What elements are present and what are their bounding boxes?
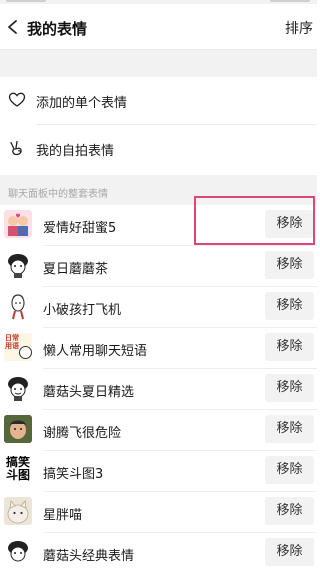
sticker-pack-row: 星胖喵 移除 xyxy=(0,492,317,532)
sticker-pack-name: 蘑菇头夏日精选 xyxy=(43,385,135,400)
sticker-pack-name: 小破孩打飞机 xyxy=(43,303,122,318)
sticker-pack-name: 星胖喵 xyxy=(43,508,83,523)
status-bar-fragment xyxy=(6,0,46,2)
nav-header: 我的表情 排序 xyxy=(0,4,317,50)
text-sticker-thumbnail-text: 搞笑 斗图 xyxy=(5,456,30,482)
sticker-pack-row: 夏日蘑蘑茶 移除 xyxy=(0,246,317,286)
remove-button[interactable]: 移除 xyxy=(265,538,314,566)
menu-item-added-stickers[interactable]: 添加的单个表情 xyxy=(0,77,317,124)
remove-button[interactable]: 移除 xyxy=(265,333,314,361)
sticker-pack-row: 小破孩打飞机 移除 xyxy=(0,287,317,327)
little-boy-thumbnail xyxy=(4,292,32,320)
cat-thumbnail xyxy=(4,497,32,525)
status-bar-fragment xyxy=(270,0,310,2)
remove-button[interactable]: 移除 xyxy=(265,292,314,320)
couple-sticker-thumbnail xyxy=(4,210,32,238)
remove-button[interactable]: 移除 xyxy=(265,251,314,279)
section-label: 聊天面板中的整套表情 xyxy=(8,189,108,200)
menu-item-label: 添加的单个表情 xyxy=(36,96,128,111)
sticker-pack-row: 蘑菇头夏日精选 移除 xyxy=(0,369,317,409)
sticker-pack-name: 搞笑斗图3 xyxy=(43,467,104,482)
highlight-annotation-box xyxy=(194,196,315,245)
lazy-phrases-thumbnail: 日常 用语 xyxy=(4,333,32,361)
sort-button[interactable]: 排序 xyxy=(285,18,313,38)
sticker-pack-name: 懒人常用聊天短语 xyxy=(43,344,148,359)
lazy-phrases-thumbnail-text: 日常 用语 xyxy=(5,334,19,350)
remove-button[interactable]: 移除 xyxy=(265,374,314,402)
text-sticker-thumbnail: 搞笑 斗图 xyxy=(4,456,32,484)
remove-button[interactable]: 移除 xyxy=(265,497,314,525)
mushroom-head-thumbnail xyxy=(4,538,32,566)
sticker-pack-name: 谢腾飞很危险 xyxy=(43,426,122,441)
page-title: 我的表情 xyxy=(27,20,88,38)
photo-face-thumbnail xyxy=(4,415,32,443)
sticker-pack-row: 蘑菇头经典表情 移除 xyxy=(0,533,317,573)
sticker-pack-row: 日常 用语 懒人常用聊天短语 移除 xyxy=(0,328,317,368)
sticker-pack-name: 爱情好甜蜜5 xyxy=(43,221,117,236)
remove-button[interactable]: 移除 xyxy=(265,456,314,484)
sticker-pack-row: 谢腾飞很危险 移除 xyxy=(0,410,317,450)
heart-outline-icon xyxy=(8,92,26,107)
section-spacer xyxy=(0,50,317,77)
mushroom-head-thumbnail xyxy=(4,374,32,402)
sticker-pack-row: 搞笑 斗图 搞笑斗图3 移除 xyxy=(0,451,317,491)
sticker-pack-name: 夏日蘑蘑茶 xyxy=(43,262,109,277)
mushroom-head-thumbnail xyxy=(4,251,32,279)
sticker-pack-name: 蘑菇头经典表情 xyxy=(43,549,135,564)
back-arrow-icon[interactable] xyxy=(6,19,20,35)
peace-hand-icon xyxy=(10,140,22,156)
remove-button[interactable]: 移除 xyxy=(265,415,314,443)
menu-item-label: 我的自拍表情 xyxy=(36,144,115,159)
menu-item-selfie-stickers[interactable]: 我的自拍表情 xyxy=(0,125,317,172)
